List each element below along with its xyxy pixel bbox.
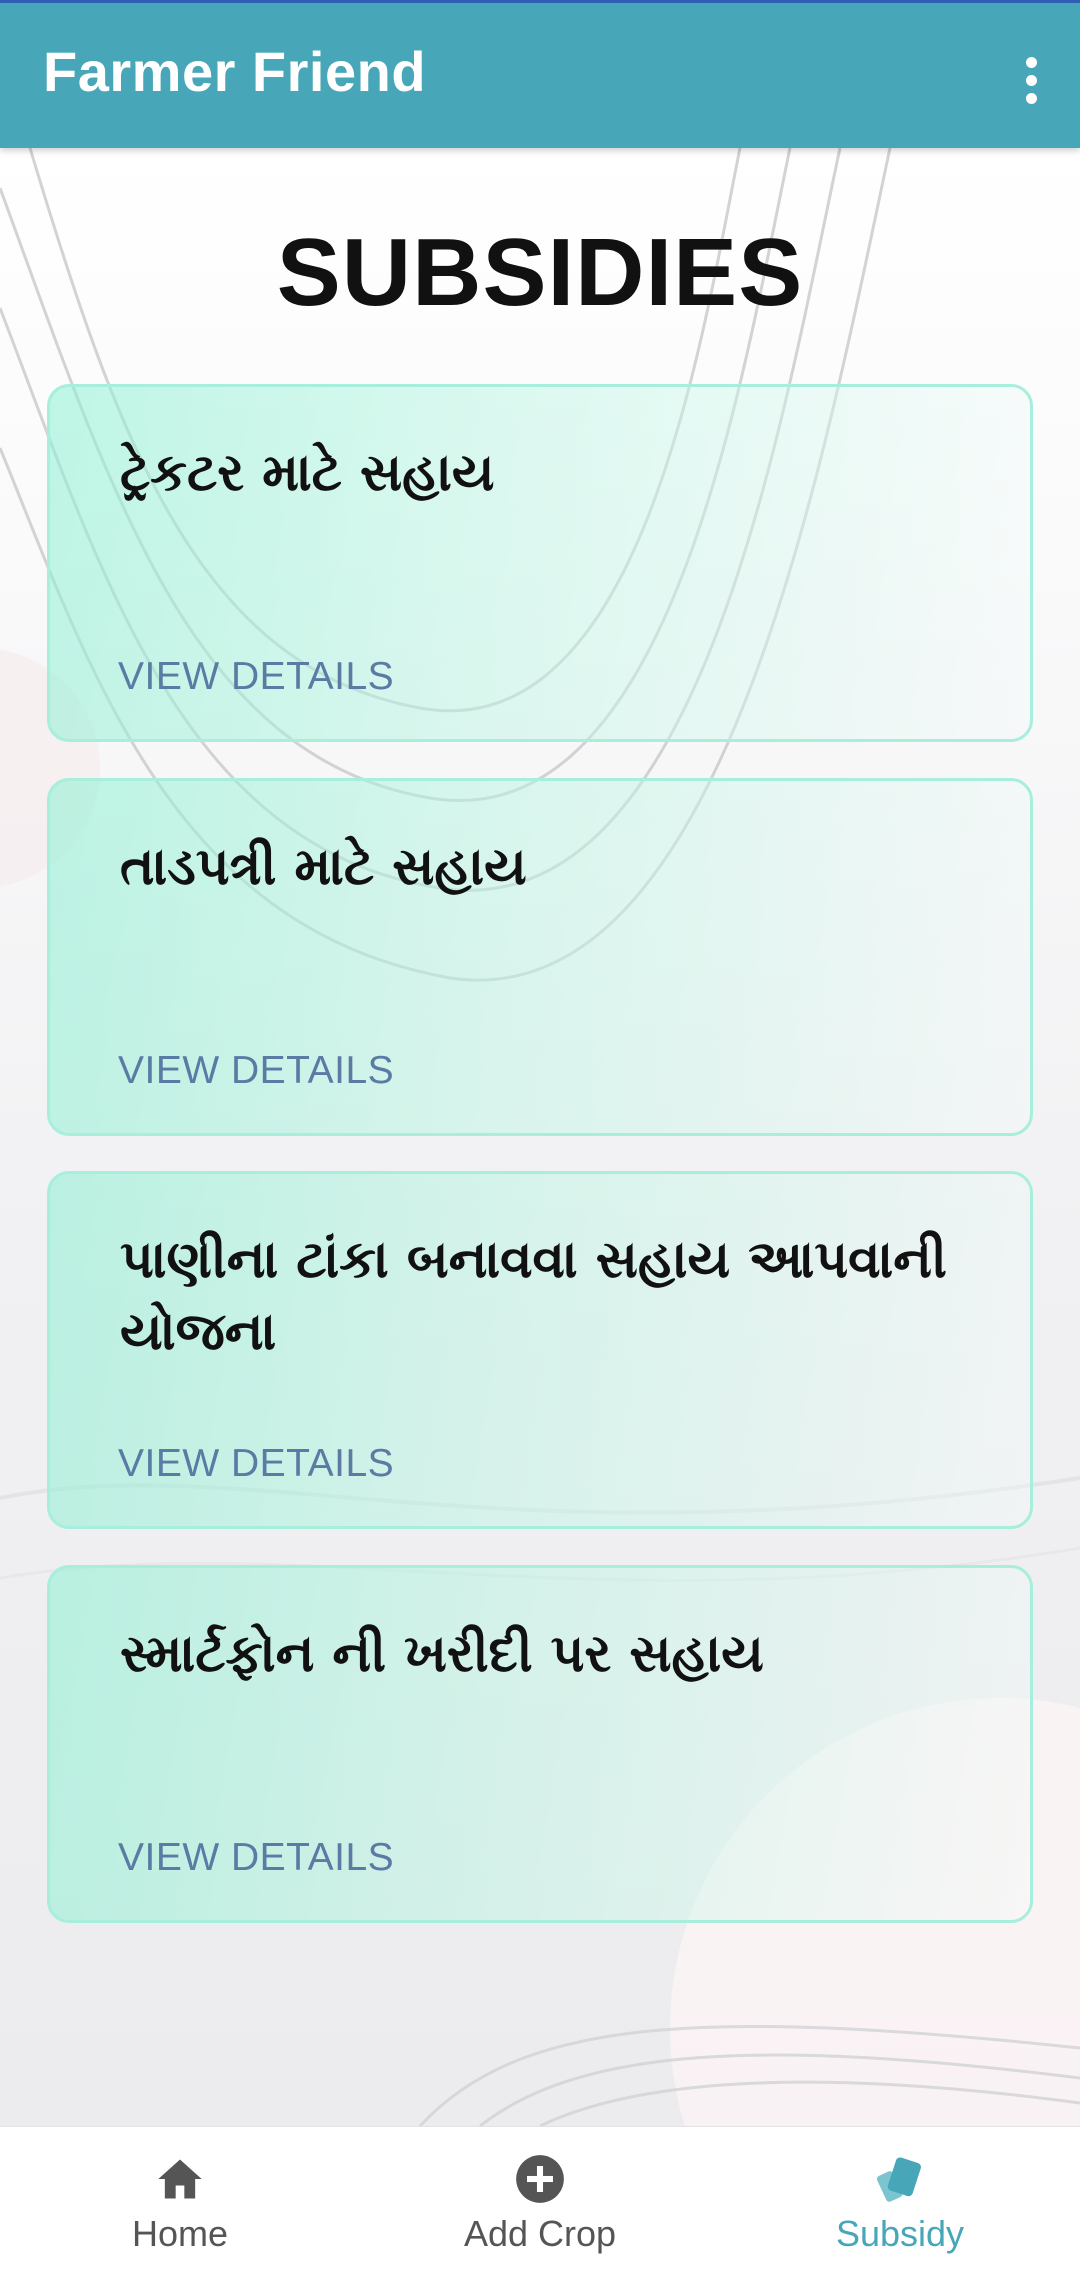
page-title: SUBSIDIES [276,219,804,326]
subsidy-card-smartphone[interactable]: સ્માર્ટફોન ની ખરીદી પર સહાય VIEW DETAILS [47,1565,1033,1923]
subsidy-card-title: તાડપત્રી માટે સહાય [120,837,527,897]
nav-label-add-crop: Add Crop [463,2213,617,2254]
bottom-navigation: Home Add Crop Subsidy [0,2126,1080,2274]
subsidy-card-title: ટ્રેકટર માટે સહાય [120,443,495,503]
view-details-button[interactable]: VIEW DETAILS [118,1049,394,1093]
subsidy-card-water-tank[interactable]: પાણીના ટાંકા બનાવવા સહાય આપવાની યોજના VI… [47,1171,1033,1529]
nav-label-subsidy: Subsidy [835,2213,965,2254]
view-details-button[interactable]: VIEW DETAILS [118,1836,394,1880]
subsidy-card-tarpaulin[interactable]: તાડપત્રી માટે સહાય VIEW DETAILS [47,778,1033,1136]
nav-item-subsidy[interactable]: Subsidy [720,2127,1080,2274]
add-circle-icon [516,2155,564,2203]
subsidy-card-title: પાણીના ટાંકા બનાવવા સહાય આપવાની યોજના [120,1230,947,1362]
nav-item-add-crop[interactable]: Add Crop [360,2127,720,2274]
subsidy-card-title: સ્માર્ટફોન ની ખરીદી પર સહાય [120,1624,764,1684]
subsidy-card-tractor[interactable]: ટ્રેકટર માટે સહાય VIEW DETAILS [47,384,1033,742]
nav-item-home[interactable]: Home [0,2127,360,2274]
app-screen: Farmer Friend SUBSIDIES ટ્રેકટર માટે સહા… [0,0,1080,2274]
nav-label-home: Home [131,2213,229,2254]
cards-icon [876,2157,921,2202]
home-icon [158,2159,202,2199]
view-details-button[interactable]: VIEW DETAILS [118,655,394,699]
view-details-button[interactable]: VIEW DETAILS [118,1442,394,1486]
app-bar: Farmer Friend [0,0,1080,148]
overflow-menu-button[interactable] [996,31,1068,119]
app-title: Farmer Friend [43,40,427,103]
